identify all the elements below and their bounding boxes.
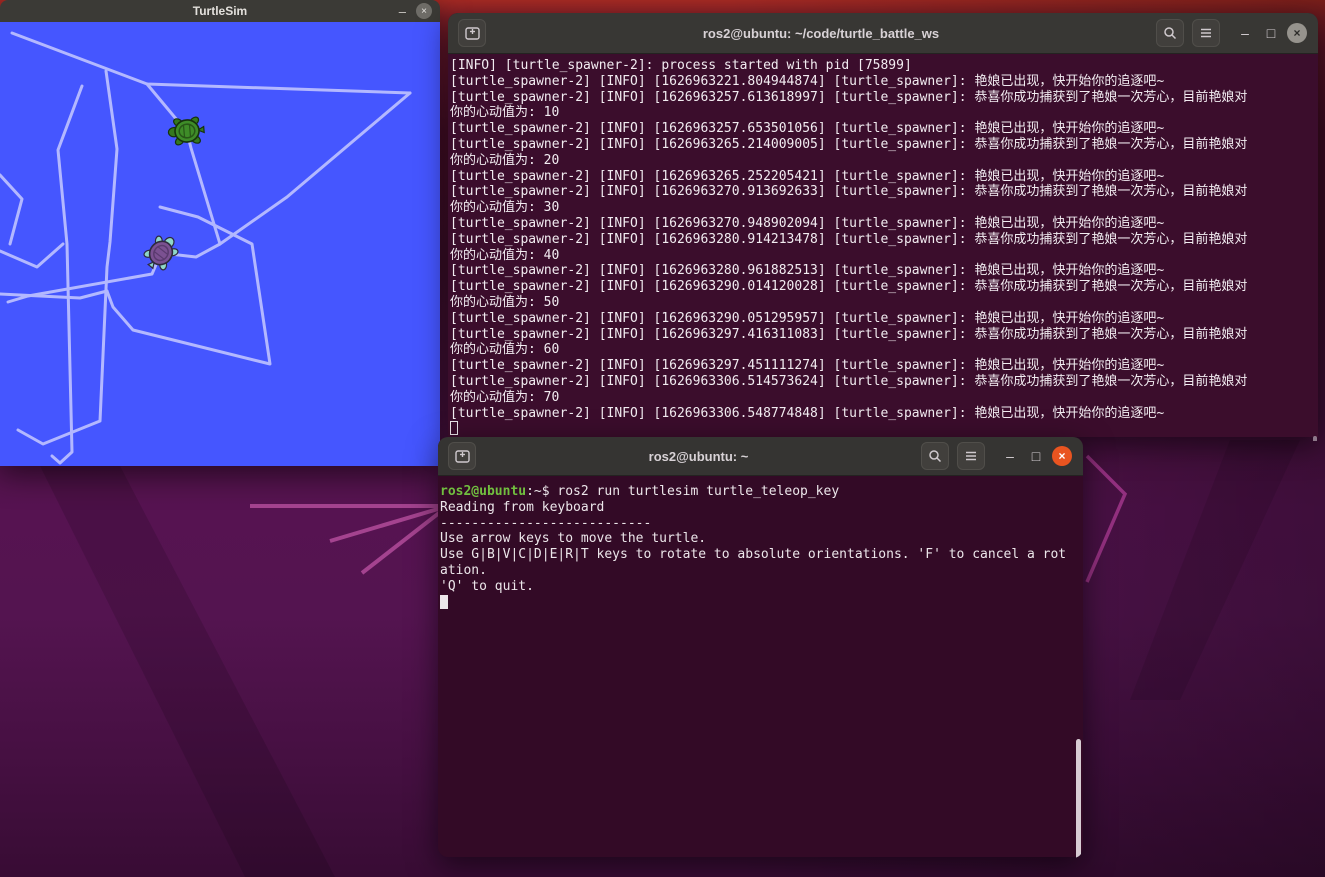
prompt-dollar: $ <box>542 484 558 499</box>
terminal-line: [turtle_spawner-2] [INFO] [1626963290.05… <box>450 311 1316 327</box>
wallpaper-dark-band <box>40 466 335 877</box>
terminal-line: [turtle_spawner-2] [INFO] [1626963257.65… <box>450 121 1316 137</box>
scrollbar[interactable] <box>1313 436 1317 441</box>
window-title: ros2@ubuntu: ~ <box>476 449 921 464</box>
terminal-line: 你的心动值为: 20 <box>450 153 1316 169</box>
terminal-line: 你的心动值为: 40 <box>450 248 1316 264</box>
prompt-path: ~ <box>534 484 542 499</box>
turtlesim-canvas <box>0 22 440 466</box>
search-icon <box>928 449 942 463</box>
terminal-window-teleop[interactable]: ros2@ubuntu: ~ – □ × ros2@ubunt <box>438 437 1083 857</box>
search-button[interactable] <box>921 442 949 470</box>
terminal-line: Use G|B|V|C|D|E|R|T keys to rotate to ab… <box>440 547 1081 563</box>
new-tab-icon <box>455 450 470 463</box>
wallpaper-dark-band-right <box>1130 440 1300 700</box>
new-tab-button[interactable] <box>458 19 486 47</box>
terminal-output[interactable]: ros2@ubuntu:~$ ros2 run turtlesim turtle… <box>438 476 1083 858</box>
terminal-line: [turtle_spawner-2] [INFO] [1626963297.41… <box>450 327 1316 343</box>
terminal-line: [turtle_spawner-2] [INFO] [1626963270.94… <box>450 216 1316 232</box>
menu-button[interactable] <box>1192 19 1220 47</box>
terminal-cursor <box>450 421 458 435</box>
terminal-line: 你的心动值为: 70 <box>450 390 1316 406</box>
prompt-colon: : <box>526 484 534 499</box>
terminal-line: Reading from keyboard <box>440 500 1081 516</box>
search-icon <box>1163 26 1177 40</box>
terminal-line: [turtle_spawner-2] [INFO] [1626963290.01… <box>450 279 1316 295</box>
turtle-trail <box>52 86 82 463</box>
menu-button[interactable] <box>957 442 985 470</box>
menu-icon <box>964 450 978 462</box>
terminal-line: [INFO] [turtle_spawner-2]: process start… <box>450 58 1316 74</box>
terminal-line: 你的心动值为: 50 <box>450 295 1316 311</box>
turtlesim-window: TurtleSim – × <box>0 0 440 466</box>
terminal-output[interactable]: [INFO] [turtle_spawner-2]: process start… <box>448 54 1318 441</box>
minimize-button[interactable]: – <box>997 443 1023 469</box>
turtlesim-titlebar[interactable]: TurtleSim – × <box>0 0 440 22</box>
turtle-purple <box>139 229 184 275</box>
new-tab-icon <box>465 27 480 40</box>
turtle-trail <box>0 244 63 267</box>
terminal-line: ation. <box>440 563 1081 579</box>
terminal-titlebar[interactable]: ros2@ubuntu: ~ – □ × <box>438 437 1083 476</box>
terminal-line: [turtle_spawner-2] [INFO] [1626963270.91… <box>450 184 1316 200</box>
terminal-line: --------------------------- <box>440 516 1081 532</box>
minimize-button[interactable]: – <box>399 4 406 19</box>
maximize-button[interactable]: □ <box>1023 443 1049 469</box>
close-icon: × <box>1052 446 1072 466</box>
prompt-line: ros2@ubuntu:~$ ros2 run turtlesim turtle… <box>440 484 1081 500</box>
terminal-line: [turtle_spawner-2] [INFO] [1626963265.25… <box>450 169 1316 185</box>
prompt-user: ros2@ubuntu <box>440 484 526 499</box>
terminal-line: 你的心动值为: 60 <box>450 342 1316 358</box>
terminal-line: [turtle_spawner-2] [INFO] [1626963265.21… <box>450 137 1316 153</box>
terminal-line: [turtle_spawner-2] [INFO] [1626963280.96… <box>450 263 1316 279</box>
terminal-window-spawner[interactable]: ros2@ubuntu: ~/code/turtle_battle_ws – □… <box>448 13 1318 437</box>
turtle-trail <box>12 33 410 93</box>
terminal-line: [turtle_spawner-2] [INFO] [1626963280.91… <box>450 232 1316 248</box>
terminal-line: 'Q' to quit. <box>440 579 1081 595</box>
turtle-trail <box>147 84 220 257</box>
close-icon: × <box>1287 23 1307 43</box>
close-button[interactable]: × <box>416 3 432 19</box>
minimize-button[interactable]: – <box>1232 20 1258 46</box>
turtle-green <box>167 115 205 148</box>
terminal-line: [turtle_spawner-2] [INFO] [1626963257.61… <box>450 90 1316 106</box>
new-tab-button[interactable] <box>448 442 476 470</box>
search-button[interactable] <box>1156 19 1184 47</box>
wallpaper-chevron <box>1087 456 1125 582</box>
turtle-trail <box>220 93 410 244</box>
terminal-log: [INFO] [turtle_spawner-2]: process start… <box>450 58 1316 421</box>
scrollbar[interactable] <box>1076 739 1081 858</box>
turtle-trail <box>8 253 161 302</box>
turtlesim-title: TurtleSim <box>0 4 440 18</box>
terminal-cursor <box>440 595 448 609</box>
terminal-line: [turtle_spawner-2] [INFO] [1626963306.51… <box>450 374 1316 390</box>
terminal-line: [turtle_spawner-2] [INFO] [1626963221.80… <box>450 74 1316 90</box>
terminal-line: 你的心动值为: 30 <box>450 200 1316 216</box>
terminal-line: [turtle_spawner-2] [INFO] [1626963306.54… <box>450 406 1316 422</box>
turtle-trail <box>0 175 22 244</box>
menu-icon <box>1199 27 1213 39</box>
ubuntu-desktop: TurtleSim – × <box>0 0 1325 877</box>
wallpaper-rays <box>250 506 448 573</box>
terminal-line: 你的心动值为: 10 <box>450 105 1316 121</box>
maximize-button[interactable]: □ <box>1258 20 1284 46</box>
window-title: ros2@ubuntu: ~/code/turtle_battle_ws <box>486 26 1156 41</box>
close-button[interactable]: × <box>1284 20 1310 46</box>
terminal-log: Reading from keyboard-------------------… <box>440 500 1081 595</box>
turtle-trail <box>107 207 270 364</box>
prompt-command: ros2 run turtlesim turtle_teleop_key <box>557 484 839 499</box>
terminal-line: [turtle_spawner-2] [INFO] [1626963297.45… <box>450 358 1316 374</box>
close-button[interactable]: × <box>1049 443 1075 469</box>
terminal-titlebar[interactable]: ros2@ubuntu: ~/code/turtle_battle_ws – □… <box>448 13 1318 54</box>
terminal-line: Use arrow keys to move the turtle. <box>440 531 1081 547</box>
